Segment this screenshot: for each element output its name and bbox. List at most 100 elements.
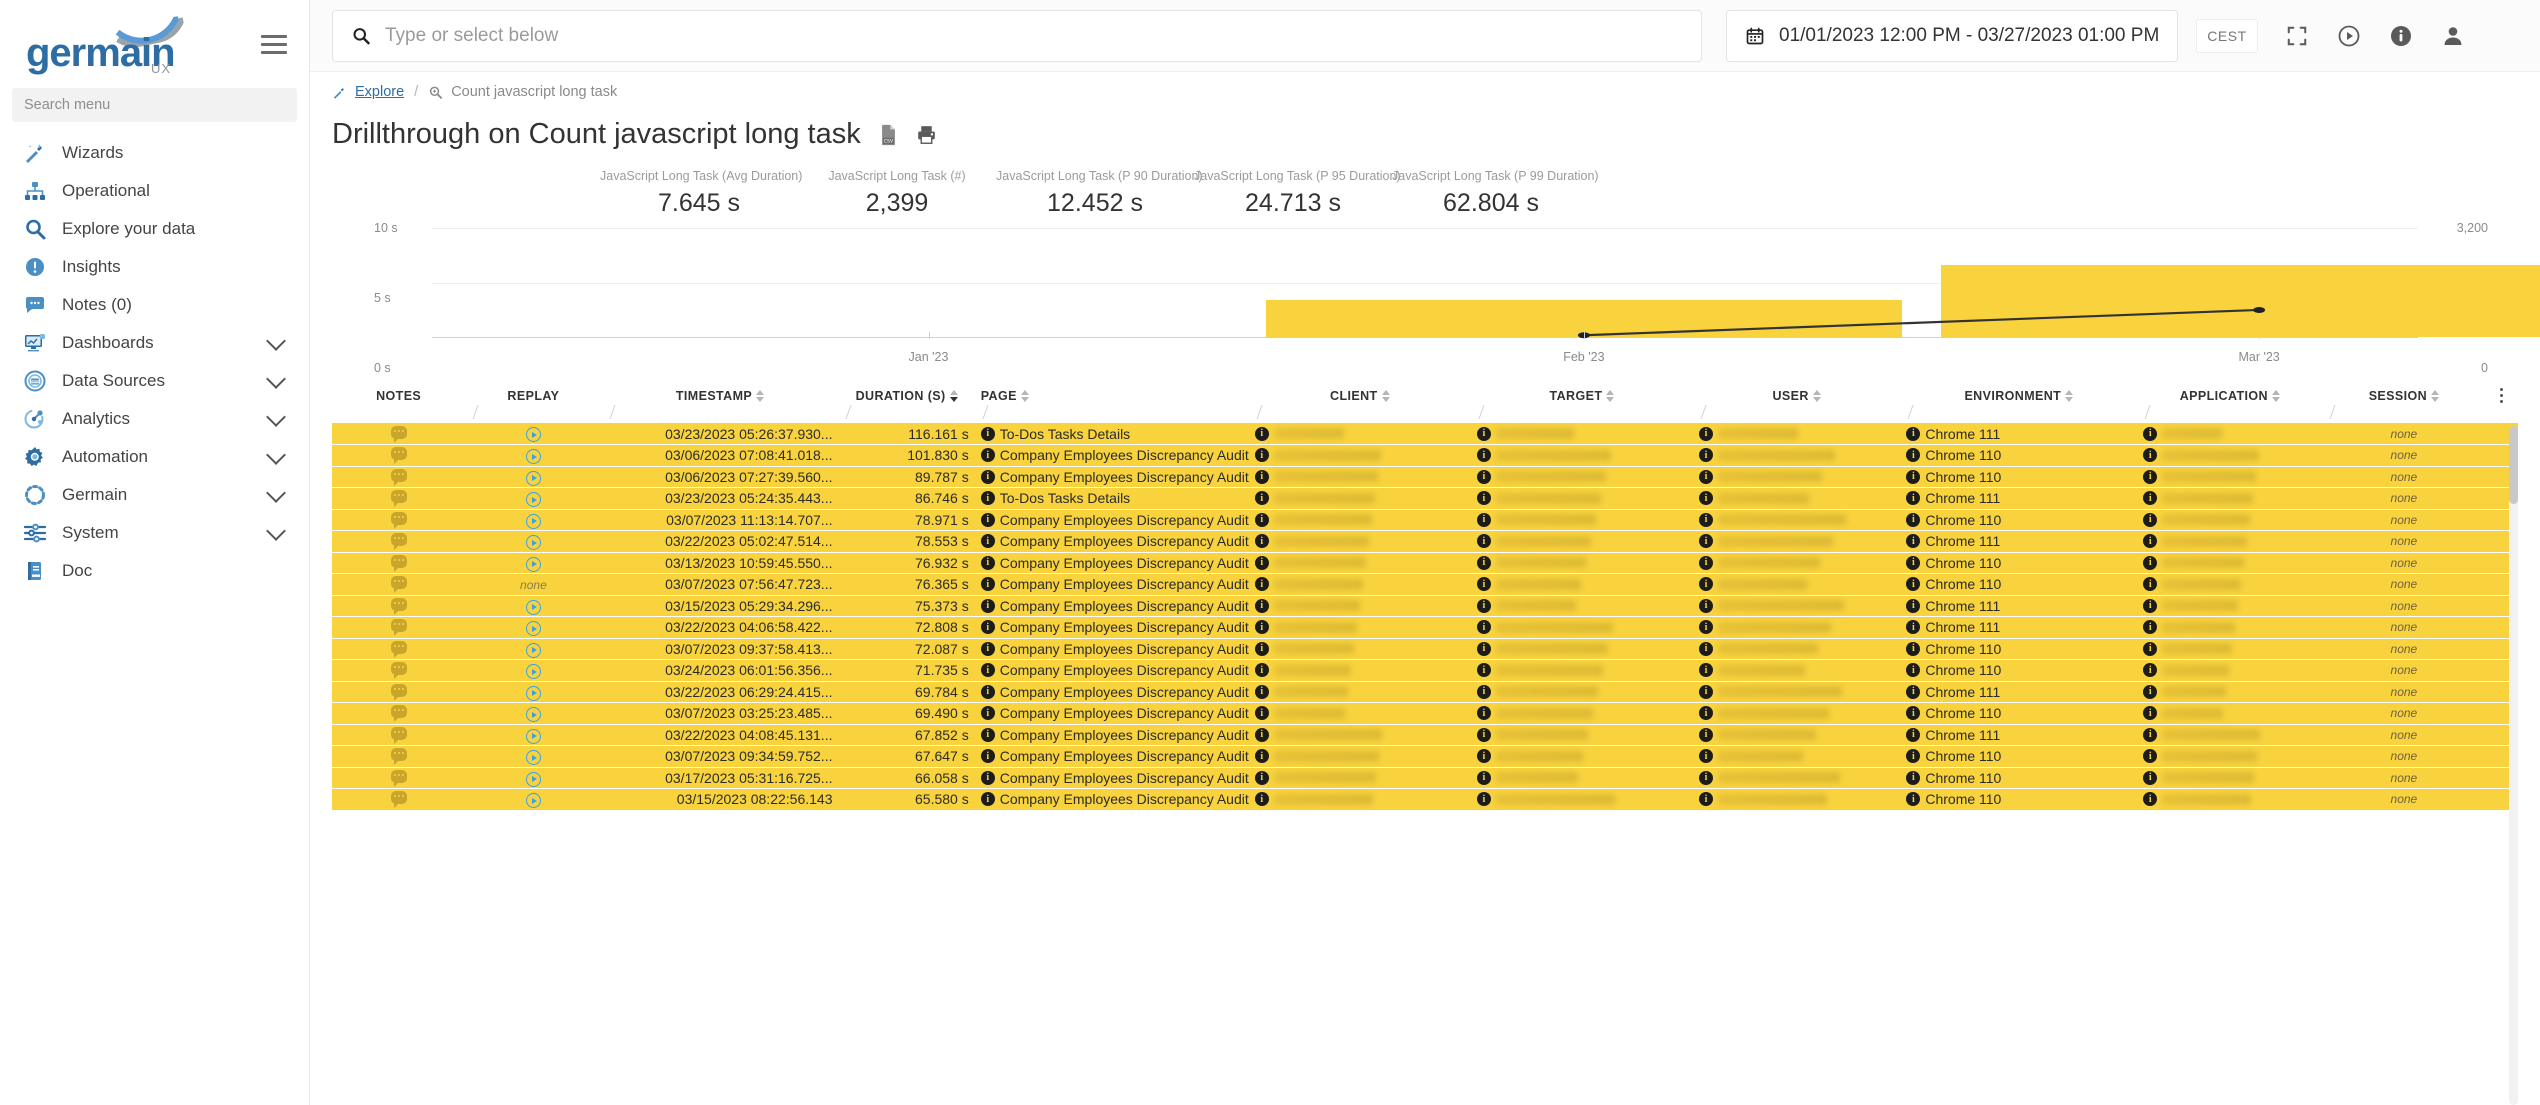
table-scrollbar-thumb[interactable] [2509,426,2518,504]
cell-client[interactable]: i [1248,745,1471,768]
col-header-target[interactable]: TARGET [1470,382,1693,405]
info-icon[interactable]: i [1254,491,1269,506]
info-icon[interactable]: i [980,727,995,742]
info-icon[interactable]: i [1476,792,1491,807]
cell-page[interactable]: i Company Employees Discrepancy Audit [974,444,1249,467]
play-icon[interactable] [525,492,541,507]
info-icon[interactable]: i [1476,426,1491,441]
info-icon[interactable]: i [1699,663,1713,678]
cell-environment[interactable]: i Chrome 111 [1900,530,2138,553]
info-icon[interactable]: i [1906,770,1921,785]
note-icon[interactable] [390,683,407,701]
cell-client[interactable]: i [1248,788,1471,811]
info-icon[interactable]: i [1476,706,1491,721]
table-row[interactable]: 03/15/2023 05:29:34.296... 75.373 s i Compa… [332,595,2518,617]
fullscreen-icon[interactable] [2284,23,2310,49]
cell-notes[interactable] [332,788,466,811]
col-header-replay[interactable]: REPLAY [465,382,602,405]
table-row[interactable]: 03/23/2023 05:26:37.930... 116.161 s i To-D… [332,423,2518,445]
cell-environment[interactable]: i Chrome 110 [1900,638,2138,660]
cell-user[interactable]: i [1693,573,1901,596]
info-icon[interactable]: i [1699,749,1713,764]
cell-application[interactable]: i [2137,466,2323,488]
info-icon[interactable]: i [1699,555,1713,570]
info-icon[interactable]: i [980,491,995,506]
info-icon[interactable]: i [1254,448,1269,463]
info-icon[interactable]: i [2143,684,2158,699]
cell-replay[interactable] [465,638,602,660]
cell-application[interactable]: i [2137,745,2323,768]
info-icon[interactable]: i [980,663,995,678]
cell-target[interactable]: i [1470,423,1693,445]
cell-user[interactable]: i [1693,659,1901,682]
cell-target[interactable]: i [1470,659,1693,682]
sort-icon[interactable] [1020,390,1029,402]
cell-page[interactable]: i Company Employees Discrepancy Audit [974,509,1249,531]
cell-application[interactable]: i [2137,530,2323,553]
info-icon[interactable]: i [1476,770,1491,785]
cell-notes[interactable] [332,659,466,682]
cell-user[interactable]: i [1693,423,1901,445]
note-icon[interactable] [390,662,407,680]
cell-target[interactable]: i [1470,616,1693,639]
play-icon[interactable] [525,599,541,615]
cell-page[interactable]: i Company Employees Discrepancy Audit [974,767,1249,789]
global-search[interactable] [332,9,1702,62]
sidebar-item-dashboards[interactable]: Dashboards [0,324,309,362]
info-icon[interactable]: i [1906,577,1921,592]
info-icon[interactable]: i [2143,512,2158,527]
info-icon[interactable]: i [1476,469,1491,484]
hamburger-menu-icon[interactable] [261,30,287,59]
cell-client[interactable]: i [1248,616,1471,639]
table-row[interactable]: 03/06/2023 07:27:39.560... 89.787 s i Compa… [332,466,2518,488]
info-circle-icon[interactable] [2388,23,2414,49]
info-icon[interactable]: i [1254,770,1269,785]
cell-target[interactable]: i [1470,530,1693,553]
cell-user[interactable]: i [1693,767,1901,789]
info-icon[interactable]: i [980,426,995,441]
cell-replay[interactable] [465,788,602,811]
cell-replay[interactable] [465,444,602,467]
cell-notes[interactable] [332,444,466,467]
sidebar-item-explore-your-data[interactable]: Explore your data [0,210,309,248]
note-icon[interactable] [390,554,407,572]
info-icon[interactable]: i [1476,727,1491,742]
sidebar-item-insights[interactable]: Insights [0,248,309,286]
info-icon[interactable]: i [980,448,995,463]
cell-environment[interactable]: i Chrome 111 [1900,724,2138,746]
cell-target[interactable]: i [1470,745,1693,768]
info-icon[interactable]: i [2143,577,2158,592]
info-icon[interactable]: i [1699,512,1713,527]
play-circle-icon[interactable] [2336,23,2362,49]
table-scrollbar[interactable] [2509,426,2518,1105]
cell-client[interactable]: i [1248,767,1471,789]
note-icon[interactable] [390,425,407,443]
cell-environment[interactable]: i Chrome 111 [1900,487,2138,510]
cell-application[interactable]: i [2137,595,2323,617]
cell-user[interactable]: i [1693,444,1901,467]
cell-notes[interactable] [332,466,466,488]
cell-environment[interactable]: i Chrome 110 [1900,444,2138,467]
note-icon[interactable] [390,490,407,508]
info-icon[interactable]: i [1254,684,1269,699]
info-icon[interactable]: i [2143,641,2158,656]
filter-cell-page[interactable] [974,405,1249,423]
col-header-session[interactable]: SESSION [2322,382,2486,405]
info-icon[interactable]: i [1476,491,1491,506]
sort-icon[interactable] [756,390,765,402]
cell-target[interactable]: i [1470,509,1693,531]
info-icon[interactable]: i [1476,555,1491,570]
cell-page[interactable]: i Company Employees Discrepancy Audit [974,466,1249,488]
play-icon[interactable] [525,535,541,550]
table-row[interactable]: 03/06/2023 07:08:41.018... 101.830 s i Comp… [332,444,2518,467]
info-icon[interactable]: i [1699,641,1713,656]
cell-application[interactable]: i [2137,788,2323,811]
play-icon[interactable] [525,685,541,701]
cell-application[interactable]: i [2137,767,2323,789]
note-icon[interactable] [390,468,407,486]
cell-target[interactable]: i [1470,702,1693,725]
cell-user[interactable]: i [1693,724,1901,746]
info-icon[interactable]: i [980,469,995,484]
info-icon[interactable]: i [1699,792,1713,807]
info-icon[interactable]: i [980,770,995,785]
